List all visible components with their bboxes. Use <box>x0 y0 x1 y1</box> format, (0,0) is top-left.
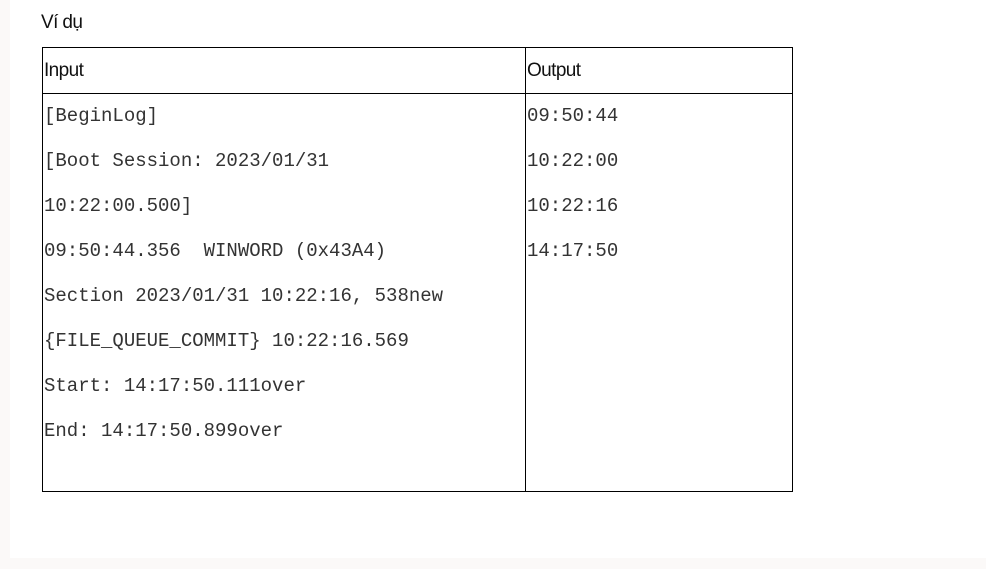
input-cell: [BeginLog] [Boot Session: 2023/01/31 10:… <box>42 93 526 492</box>
input-line: End: 14:17:50.899over <box>44 420 284 442</box>
input-line: Start: 14:17:50.111over <box>44 375 307 397</box>
output-line: 10:22:00 <box>527 150 619 172</box>
input-line: 10:22:00.500] <box>44 195 193 217</box>
output-line: 09:50:44 <box>527 105 619 127</box>
input-column-header: Input <box>42 47 526 94</box>
table-header-row: Input Output <box>42 47 793 94</box>
output-line: 10:22:16 <box>527 195 619 217</box>
example-heading: Ví dụ <box>41 12 83 33</box>
table-row: [BeginLog] [Boot Session: 2023/01/31 10:… <box>42 93 793 492</box>
input-line: {FILE_QUEUE_COMMIT} 10:22:16.569 <box>44 330 409 352</box>
input-line: Section 2023/01/31 10:22:16, 538new <box>44 285 444 307</box>
output-column-header: Output <box>525 47 793 94</box>
input-line: [Boot Session: 2023/01/31 <box>44 150 330 172</box>
page: Ví dụ Input Output [BeginLog] [Boot Sess… <box>10 0 986 558</box>
output-line: 14:17:50 <box>527 240 619 262</box>
output-cell: 09:50:44 10:22:00 10:22:16 14:17:50 <box>525 93 793 492</box>
input-line: 09:50:44.356 WINWORD (0x43A4) <box>44 240 387 262</box>
input-line: [BeginLog] <box>44 105 159 127</box>
example-table: Input Output [BeginLog] [Boot Session: 2… <box>42 47 793 492</box>
